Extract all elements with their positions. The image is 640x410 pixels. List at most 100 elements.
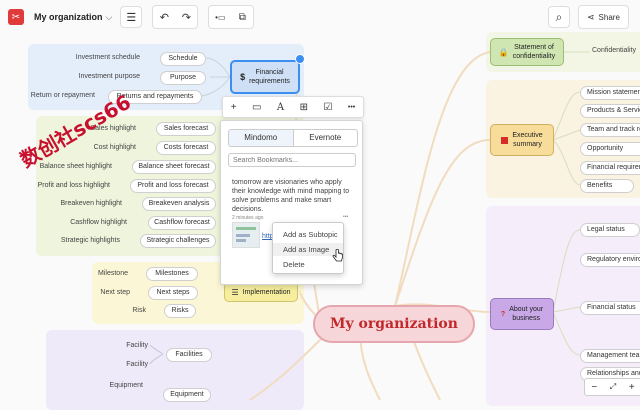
topic-label[interactable]: Investment purpose bbox=[79, 73, 140, 80]
topic-label[interactable]: Profit and loss highlight bbox=[38, 182, 110, 189]
structure-icon[interactable]: ⊞ bbox=[300, 102, 308, 113]
topic-pill[interactable]: Team and track record bbox=[580, 123, 640, 137]
menu-item-add-subtopic[interactable]: Add as Subtopic bbox=[273, 228, 343, 241]
share-icon: ⋖ bbox=[587, 11, 595, 22]
thumbnail-bar bbox=[236, 227, 256, 230]
zoom-controls: − ⤢ + bbox=[584, 378, 640, 396]
insert-topic-button[interactable]: •▭ bbox=[209, 6, 231, 28]
topic-pill[interactable]: Management team bbox=[580, 349, 640, 363]
topic-label[interactable]: Next step bbox=[100, 289, 130, 296]
topic-label[interactable]: Balance sheet highlight bbox=[40, 163, 112, 170]
topic-pill[interactable]: Costs forecast bbox=[156, 141, 216, 155]
topic-pill[interactable]: Strategic challenges bbox=[140, 234, 216, 248]
topic-pill[interactable]: Opportunity bbox=[580, 142, 640, 156]
topic-title: Financial requirements bbox=[249, 68, 290, 86]
topic-pill[interactable]: Legal status bbox=[580, 223, 640, 237]
topic-title: Implementation bbox=[242, 288, 291, 296]
topic-title-line: requirements bbox=[249, 78, 290, 85]
header-left: ✂ My organization ⌵ ☰ ↶ ↷ •▭ ⧉ bbox=[8, 0, 255, 34]
central-topic-title: My organization bbox=[330, 316, 458, 332]
bookmark-more-icon[interactable]: ••• bbox=[343, 214, 348, 220]
bookmark-snippet[interactable]: tomorrow are visionaries who apply their… bbox=[232, 178, 354, 214]
topic-label[interactable]: Risk bbox=[132, 307, 146, 314]
chevron-down-icon[interactable]: ⌵ bbox=[106, 12, 113, 23]
topic-pill[interactable]: Cashflow forecast bbox=[148, 216, 216, 230]
bookmark-search-input[interactable] bbox=[228, 153, 356, 167]
tab-mindomo[interactable]: Mindomo bbox=[229, 130, 293, 146]
topic-title: Statement of confidentiality bbox=[513, 43, 555, 61]
add-icon[interactable]: + bbox=[231, 102, 237, 113]
topic-pill[interactable]: Benefits bbox=[580, 179, 634, 193]
topic-pill[interactable]: Balance sheet forecast bbox=[132, 160, 216, 174]
topic-title-line: Executive bbox=[512, 132, 543, 139]
executive-summary-topic[interactable]: Executive summary bbox=[490, 124, 554, 156]
topic-pill[interactable]: Products & Services bbox=[580, 104, 640, 118]
bookmark-time: 2 minutes ago bbox=[232, 215, 264, 221]
text-style-icon[interactable]: A bbox=[277, 102, 284, 113]
zoom-out-button[interactable]: − bbox=[591, 382, 597, 393]
topic-label[interactable]: Strategic highlights bbox=[61, 237, 120, 244]
zoom-in-button[interactable]: + bbox=[629, 382, 635, 393]
share-button[interactable]: ⋖ Share bbox=[578, 5, 629, 29]
undo-button[interactable]: ↶ bbox=[153, 6, 175, 28]
thumbnail-bar bbox=[236, 239, 246, 242]
app-logo[interactable]: ✂ bbox=[8, 9, 24, 25]
topic-label[interactable]: Confidentiality bbox=[592, 47, 636, 54]
undo-redo-group: ↶ ↷ bbox=[152, 5, 199, 29]
topic-title-line: About your bbox=[509, 306, 544, 313]
topic-pill[interactable]: Risks bbox=[164, 304, 196, 318]
thumbnail-bar bbox=[236, 234, 250, 237]
central-topic[interactable]: My organization bbox=[313, 305, 475, 343]
financial-requirements-topic[interactable]: $ Financial requirements bbox=[230, 60, 300, 94]
layout-button[interactable]: ⧉ bbox=[231, 6, 253, 28]
bookmark-thumbnail[interactable] bbox=[232, 222, 260, 248]
topic-pill[interactable]: Sales forecast bbox=[156, 122, 216, 136]
topic-label[interactable]: Milestone bbox=[98, 270, 128, 277]
topic-pill[interactable]: Profit and loss forecast bbox=[130, 179, 216, 193]
topic-pill[interactable]: Financial requirements bbox=[580, 161, 640, 175]
topic-label[interactable]: Equipment bbox=[110, 382, 143, 389]
task-icon[interactable]: ☑ bbox=[323, 102, 332, 113]
bookmark-tabs: Mindomo Evernote bbox=[228, 129, 358, 147]
topic-pill[interactable]: Purpose bbox=[160, 71, 206, 85]
topic-pill[interactable]: Regulatory environment bbox=[580, 253, 640, 267]
share-label: Share bbox=[598, 12, 620, 22]
search-button[interactable]: ⌕ bbox=[548, 6, 570, 28]
header-right: ⌕ ⋖ Share bbox=[548, 0, 629, 34]
implementation-topic[interactable]: ☰ Implementation bbox=[224, 282, 298, 302]
statement-topic[interactable]: 🔒 Statement of confidentiality bbox=[490, 38, 564, 66]
topic-pill[interactable]: Mission statement bbox=[580, 86, 640, 100]
context-menu: Add as Subtopic Add as Image Delete bbox=[272, 222, 344, 274]
topic-title: About your business bbox=[509, 305, 543, 323]
topic-pill[interactable]: Schedule bbox=[160, 52, 206, 66]
topic-label[interactable]: Cost highlight bbox=[94, 144, 136, 151]
shape-icon[interactable]: ▭ bbox=[252, 102, 261, 113]
topic-title-line: summary bbox=[513, 141, 542, 148]
topic-label[interactable]: Investment schedule bbox=[76, 54, 140, 61]
topic-title-line: Statement of bbox=[514, 44, 554, 51]
red-square-icon bbox=[501, 136, 509, 144]
topic-label[interactable]: Cashflow highlight bbox=[70, 219, 127, 226]
more-icon[interactable]: ••• bbox=[348, 104, 355, 111]
about-business-topic[interactable]: ? About your business bbox=[490, 298, 554, 330]
topic-label[interactable]: Facility bbox=[126, 361, 148, 368]
tab-evernote[interactable]: Evernote bbox=[292, 130, 358, 146]
topic-pill[interactable]: Next steps bbox=[148, 286, 198, 300]
document-title[interactable]: My organization bbox=[34, 12, 103, 22]
topic-label[interactable]: Return or repayment bbox=[31, 92, 95, 99]
topic-pill[interactable]: Milestones bbox=[146, 267, 198, 281]
topic-label[interactable]: Breakeven highlight bbox=[61, 200, 123, 207]
topic-pill[interactable]: Facilities bbox=[166, 348, 212, 362]
topic-title-line: confidentiality bbox=[512, 53, 556, 60]
selection-handle-icon[interactable] bbox=[295, 54, 305, 64]
topic-label[interactable]: Facility bbox=[126, 342, 148, 349]
hand-cursor-icon bbox=[332, 249, 343, 262]
floating-toolbar: + ▭ A ⊞ ☑ ••• bbox=[222, 96, 364, 118]
menu-button[interactable]: ☰ bbox=[120, 6, 143, 28]
redo-button[interactable]: ↷ bbox=[175, 6, 197, 28]
topic-title: Executive summary bbox=[512, 131, 542, 149]
topic-pill[interactable]: Financial status bbox=[580, 301, 640, 315]
list-icon: ☰ bbox=[231, 287, 239, 297]
fit-screen-icon[interactable]: ⤢ bbox=[610, 382, 616, 392]
topic-pill[interactable]: Breakeven analysis bbox=[142, 197, 216, 211]
